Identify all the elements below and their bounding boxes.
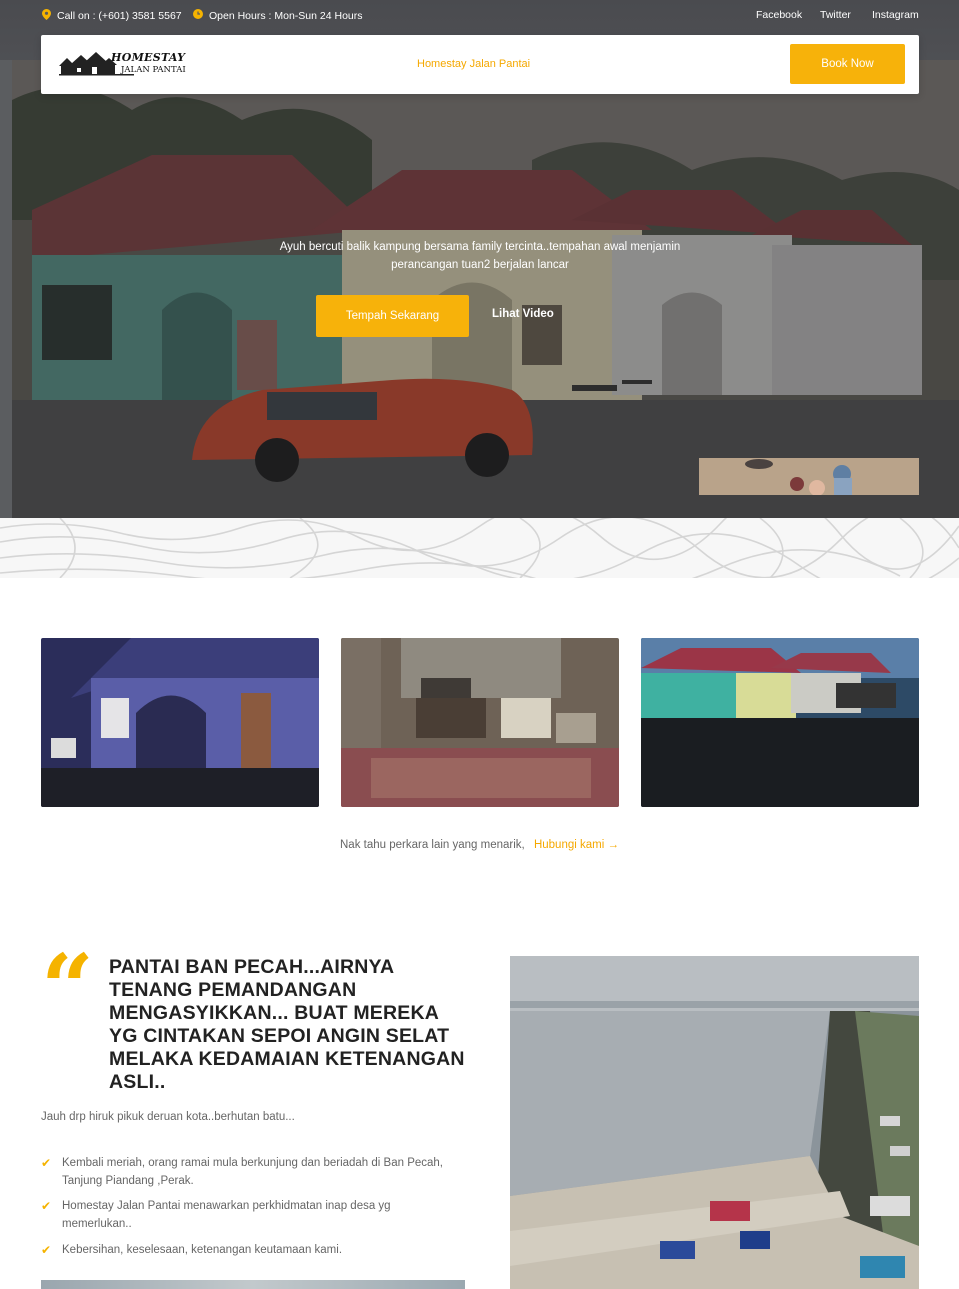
hubungi-kami-label: Hubungi kami [533,839,605,851]
hero-background-image [12,60,959,518]
top-bar: Call on : (+601) 3581 5567 Open Hours : … [0,0,959,32]
nav-link-home[interactable]: Homestay Jalan Pantai [417,58,530,70]
hero-edge [0,60,12,518]
feature-list-item: ✔ Homestay Jalan Pantai menawarkan perkh… [41,1197,461,1233]
map-pin-icon [41,9,51,23]
logo-title: HOMESTAY [111,51,186,64]
hours-text: Open Hours : Mon-Sun 24 Hours [209,9,363,22]
gallery-image-house-front[interactable] [41,638,319,807]
hero-tagline: Ayuh bercuti balik kampung bersama famil… [279,241,681,271]
phone-text: Call on : (+601) 3581 5567 [57,10,182,22]
feature-bottom-image [41,1280,465,1289]
contact-prompt: Nak tahu perkara lain yang menarik, Hubu… [0,839,959,851]
twitter-link[interactable]: Twitter [820,9,851,21]
hero-overlay [12,60,959,518]
site-logo[interactable]: HOMESTAY JALAN PANTAI [59,50,189,80]
beach-aerial-image [510,956,919,1289]
feature-headline: PANTAI BAN PECAH...AIRNYA TENANG PEMANDA… [109,956,465,1093]
opening-hours: Open Hours : Mon-Sun 24 Hours [193,9,363,22]
hubungi-kami-link[interactable]: Hubungi kami → [534,839,619,851]
tempah-sekarang-button[interactable]: Tempah Sekarang [316,295,469,337]
lihat-video-button[interactable]: Lihat Video [492,308,554,320]
gallery-image-homestay-row[interactable] [641,638,919,807]
logo-subtitle: JALAN PANTAI [121,65,186,75]
contact-prompt-text: Nak tahu perkara lain yang menarik, [340,839,525,851]
arrow-right-icon: → [607,839,619,851]
quote-icon: “ [41,934,94,1042]
feature-item-text: Kebersihan, keselesaan, ketenangan keuta… [62,1244,343,1256]
instagram-link[interactable]: Instagram [872,9,919,21]
checkmark-icon: ✔ [41,1243,52,1257]
gallery-image-living-room[interactable] [341,638,619,807]
checkmark-icon: ✔ [41,1156,52,1170]
feature-list-item: ✔ Kebersihan, keselesaan, ketenangan keu… [41,1241,461,1259]
main-navigation: HOMESTAY JALAN PANTAI Homestay Jalan Pan… [41,35,919,94]
feature-item-text: Kembali meriah, orang ramai mula berkunj… [62,1157,444,1187]
feature-subtext: Jauh drp hiruk pikuk deruan kota..berhut… [41,1111,295,1123]
hero-section: Call on : (+601) 3581 5567 Open Hours : … [0,0,959,518]
contact-phone: Call on : (+601) 3581 5567 [41,9,182,23]
feature-item-text: Homestay Jalan Pantai menawarkan perkhid… [62,1200,391,1230]
topographic-divider [0,518,959,578]
checkmark-icon: ✔ [41,1199,52,1213]
facebook-link[interactable]: Facebook [756,9,802,21]
clock-icon [193,9,203,22]
book-now-button[interactable]: Book Now [790,44,905,84]
video-thumbnail[interactable] [699,458,919,495]
feature-list-item: ✔ Kembali meriah, orang ramai mula berku… [41,1154,461,1190]
